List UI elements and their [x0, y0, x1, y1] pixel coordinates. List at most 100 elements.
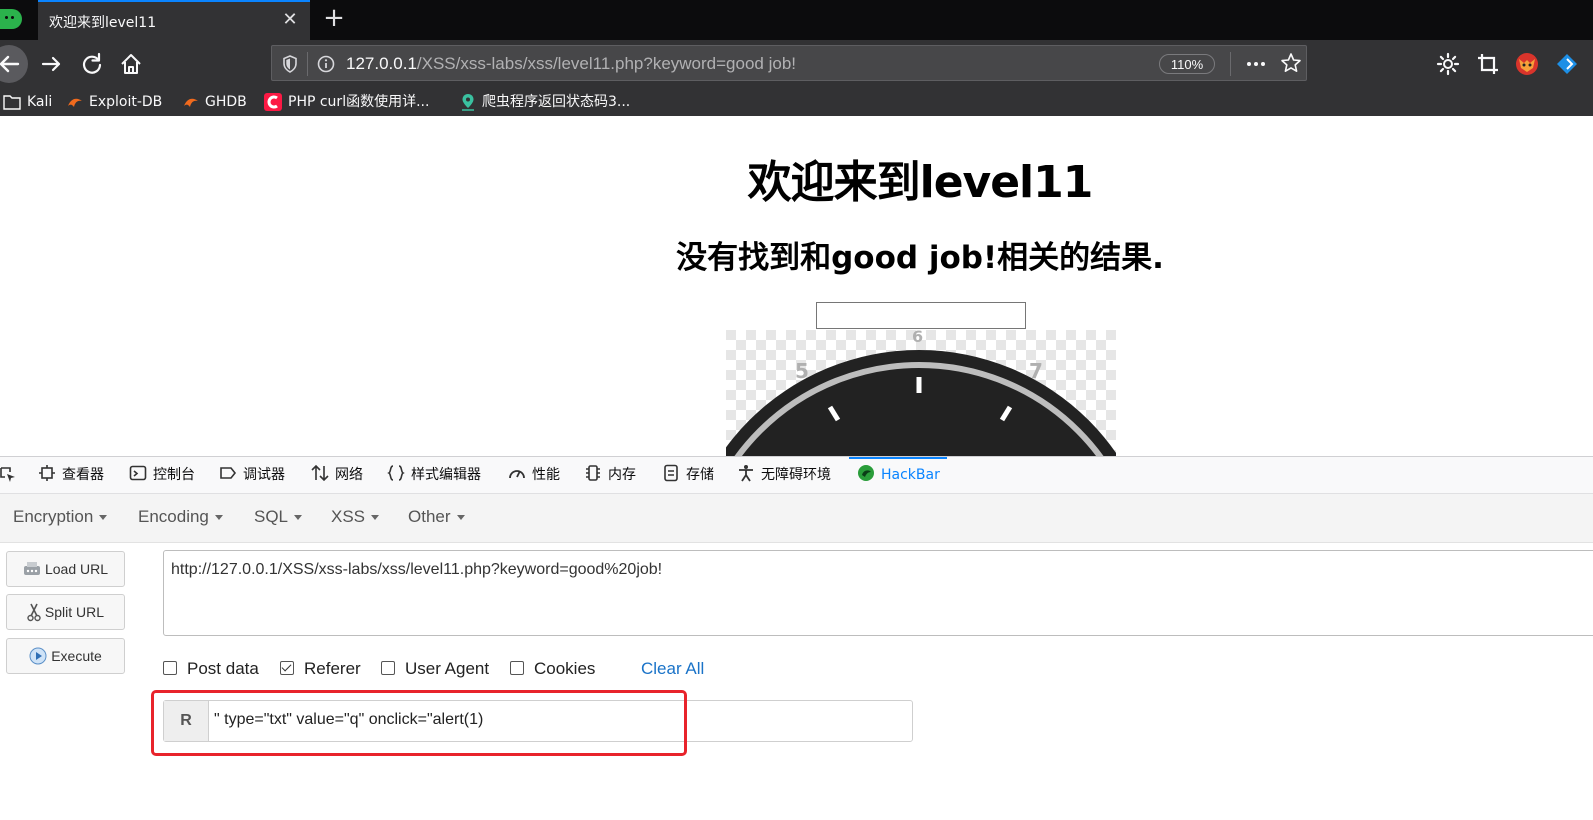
fox-extension-icon[interactable] — [1514, 51, 1540, 77]
bookmark-label: PHP curl函数使用详... — [288, 94, 430, 110]
extension-icon[interactable] — [1555, 52, 1579, 76]
hackbar-icon — [858, 465, 874, 481]
menu-encryption[interactable]: Encryption — [13, 507, 108, 527]
play-icon — [29, 647, 47, 665]
close-icon[interactable]: ✕ — [278, 8, 302, 32]
back-button[interactable] — [0, 45, 28, 83]
tab-label: 网络 — [335, 467, 363, 483]
hackbar-menu: Encryption Encoding SQL XSS Other — [0, 494, 1593, 543]
clear-all-link[interactable]: Clear All — [641, 659, 704, 679]
menu-other[interactable]: Other — [408, 507, 465, 527]
zoom-level[interactable]: 110% — [1159, 54, 1215, 74]
tab-label: 查看器 — [62, 467, 104, 483]
url-separator — [1230, 52, 1231, 76]
bookmark-crawler[interactable]: 爬虫程序返回状态码3... — [460, 92, 630, 112]
url-textarea[interactable]: http://127.0.0.1/XSS/xss-labs/xss/level1… — [163, 550, 1593, 636]
execute-button[interactable]: Execute — [6, 638, 125, 674]
tab-label: 样式编辑器 — [411, 467, 481, 483]
split-url-button[interactable]: Split URL — [6, 594, 125, 630]
bookmark-kali[interactable]: Kali — [3, 92, 52, 112]
home-button[interactable] — [117, 50, 145, 78]
navigation-bar: 127.0.0.1/XSS/xss-labs/xss/level11.php?k… — [0, 40, 1593, 88]
more-actions-icon[interactable] — [1245, 54, 1267, 74]
user-agent-checkbox[interactable]: User Agent — [381, 659, 489, 679]
reload-button[interactable] — [78, 50, 106, 78]
caret-down-icon — [371, 515, 380, 521]
button-label: Split URL — [44, 604, 105, 620]
inspector-icon — [39, 465, 55, 481]
button-label: Load URL — [44, 561, 109, 577]
tab-accessibility[interactable]: 无障碍环境 — [737, 457, 831, 493]
devtools-panel: 查看器 控制台 调试器 网络 样式编辑器 性能 内存 存储 无障碍环境 Hack… — [0, 456, 1593, 820]
address-bar[interactable]: 127.0.0.1/XSS/xss-labs/xss/level11.php?k… — [271, 45, 1307, 81]
crop-icon[interactable] — [1476, 52, 1500, 76]
page-content: 欢迎来到level11 没有找到和good job!相关的结果. 6 5 7 — [0, 116, 1593, 456]
star-icon[interactable] — [1280, 52, 1302, 74]
cookies-checkbox[interactable]: Cookies — [510, 659, 595, 679]
keyword-input[interactable] — [816, 302, 1026, 329]
tab-inspector[interactable]: 查看器 — [38, 457, 104, 493]
bookmark-label: GHDB — [205, 94, 247, 110]
bookmark-exploit-db[interactable]: Exploit-DB — [67, 92, 162, 112]
info-icon[interactable] — [316, 54, 336, 74]
checkbox[interactable] — [381, 660, 395, 675]
tab-memory[interactable]: 内存 — [584, 457, 636, 493]
tab-debugger[interactable]: 调试器 — [219, 457, 285, 493]
menu-label: Other — [408, 507, 451, 526]
post-data-checkbox[interactable]: Post data — [163, 659, 259, 679]
tab-label: HackBar — [881, 467, 940, 483]
bookmarks-bar: Kali Exploit-DB GHDB PHP curl函数使用详... 爬虫… — [0, 88, 1593, 116]
new-tab-icon[interactable]: + — [320, 5, 348, 33]
tab-console[interactable]: 控制台 — [129, 457, 195, 493]
folder-icon — [3, 95, 21, 110]
debugger-icon — [220, 467, 237, 479]
button-label: Execute — [51, 648, 102, 664]
referer-checkbox[interactable]: Referer — [280, 659, 361, 679]
bookmark-php-curl[interactable]: PHP curl函数使用详... — [264, 92, 429, 112]
url-textarea-value: http://127.0.0.1/XSS/xss-labs/xss/level1… — [171, 561, 663, 578]
bookmark-ghdb[interactable]: GHDB — [183, 92, 247, 112]
shield-icon[interactable] — [280, 54, 300, 74]
tab-title: 欢迎来到level11 — [49, 15, 157, 31]
gear-icon[interactable] — [1436, 52, 1460, 76]
tab-label: 调试器 — [243, 467, 285, 483]
svg-text:5: 5 — [795, 359, 809, 383]
tab-label: 无障碍环境 — [761, 467, 831, 483]
search-result-message: 没有找到和good job!相关的结果. — [676, 240, 1164, 276]
menu-label: SQL — [254, 507, 289, 526]
scissors-icon — [27, 603, 41, 622]
load-url-button[interactable]: Load URL — [6, 551, 125, 587]
checkbox[interactable] — [163, 660, 177, 675]
tab-label: 内存 — [608, 467, 636, 483]
menu-label: Encryption — [13, 507, 94, 526]
accessibility-icon — [739, 465, 753, 482]
csdn-icon — [264, 93, 282, 111]
tab-style-editor[interactable]: 样式编辑器 — [387, 457, 481, 493]
checkbox[interactable] — [510, 660, 524, 675]
svg-text:7: 7 — [1029, 359, 1043, 383]
browser-tab[interactable]: 欢迎来到level11 ✕ — [38, 0, 310, 40]
tab-network[interactable]: 网络 — [311, 457, 363, 493]
element-picker-icon[interactable] — [0, 467, 16, 483]
tab-storage[interactable]: 存储 — [662, 457, 714, 493]
performance-icon — [509, 470, 525, 479]
checkbox[interactable] — [280, 660, 294, 675]
memory-icon — [586, 465, 600, 481]
menu-encoding[interactable]: Encoding — [138, 507, 223, 527]
arrow-left-icon — [0, 55, 20, 73]
menu-label: XSS — [331, 507, 366, 526]
storage-icon — [664, 464, 678, 482]
option-label: Referer — [304, 659, 361, 678]
menu-xss[interactable]: XSS — [331, 507, 380, 527]
option-label: Post data — [187, 659, 259, 678]
menu-sql[interactable]: SQL — [254, 507, 303, 527]
tab-performance[interactable]: 性能 — [508, 457, 560, 493]
kali-dragon-icon — [68, 98, 82, 107]
bookmark-label: Exploit-DB — [89, 94, 163, 110]
tab-bar: 欢迎来到level11 ✕ + — [0, 0, 1593, 40]
forward-button[interactable] — [38, 50, 66, 78]
tab-hackbar[interactable]: HackBar — [849, 457, 947, 493]
wechat-icon[interactable] — [0, 9, 22, 29]
svg-text:6: 6 — [912, 330, 923, 346]
caret-down-icon — [99, 515, 108, 521]
